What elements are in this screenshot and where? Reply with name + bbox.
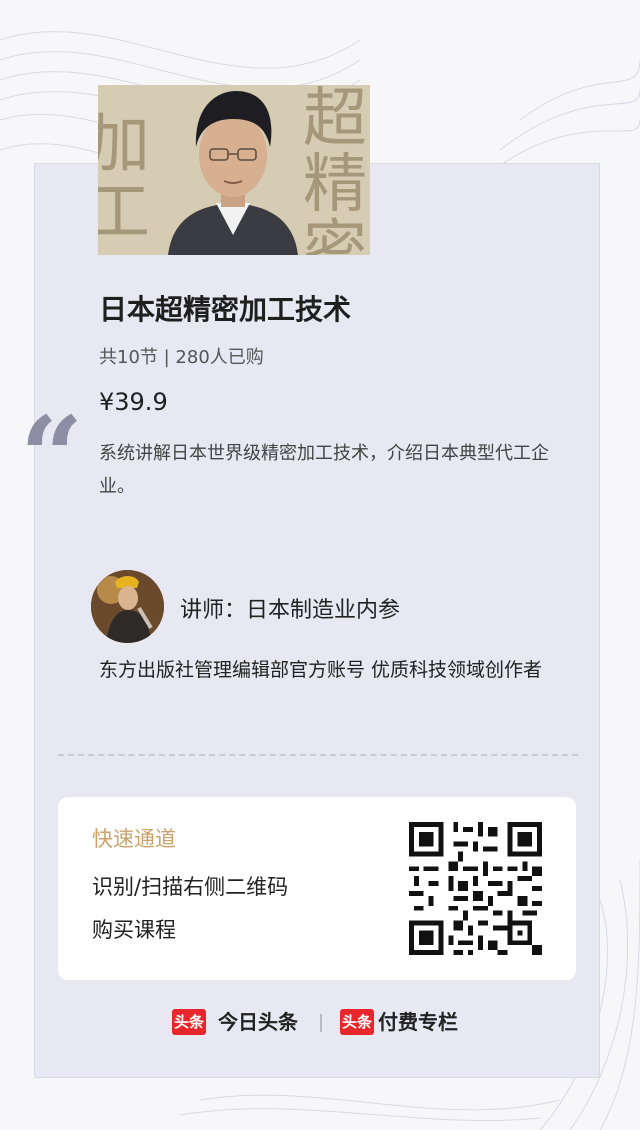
quick-access-panel: 快速通道 识别/扫描右侧二维码 购买课程 — [58, 797, 576, 980]
footer-brands: 头条 今日头条 头条 付费专栏 — [172, 1006, 472, 1038]
toutiao-logo-icon: 头条 — [172, 1009, 206, 1035]
course-meta: 共10节 | 280人已购 — [99, 347, 264, 368]
quick-access-title: 快速通道 — [92, 827, 176, 851]
brand-toutiao: 今日头条 — [218, 1010, 298, 1034]
lecturer-avatar — [91, 570, 164, 643]
brand-separator — [320, 1014, 322, 1032]
brand-paid-column: 付费专栏 — [378, 1010, 458, 1034]
course-cover-image: 超 精 密 加 工 — [98, 85, 370, 255]
cover-char: 工 — [98, 176, 150, 250]
cover-char: 超 — [303, 85, 367, 156]
course-description: 系统讲解日本世界级精密加工技术，介绍日本典型代工企业。 — [99, 443, 549, 497]
cover-char: 加 — [98, 108, 150, 182]
lecturer-bio: 东方出版社管理编辑部官方账号 优质科技领域创作者 — [99, 659, 543, 681]
qr-code-icon[interactable] — [404, 817, 547, 960]
cover-char: 精 — [303, 148, 367, 222]
lecturer-portrait — [168, 91, 298, 255]
quick-access-instruction: 识别/扫描右侧二维码 — [92, 875, 289, 899]
dashed-divider — [58, 754, 578, 756]
course-price: ¥39.9 — [99, 388, 168, 416]
paid-column-logo-icon: 头条 — [340, 1009, 374, 1035]
quick-access-purchase-text: 购买课程 — [92, 918, 176, 942]
course-title: 日本超精密加工技术 — [99, 293, 352, 326]
quote-mark-icon: “ — [20, 392, 84, 521]
lecturer-name: 讲师：日本制造业内参 — [180, 598, 401, 623]
cover-char: 密 — [303, 214, 367, 255]
